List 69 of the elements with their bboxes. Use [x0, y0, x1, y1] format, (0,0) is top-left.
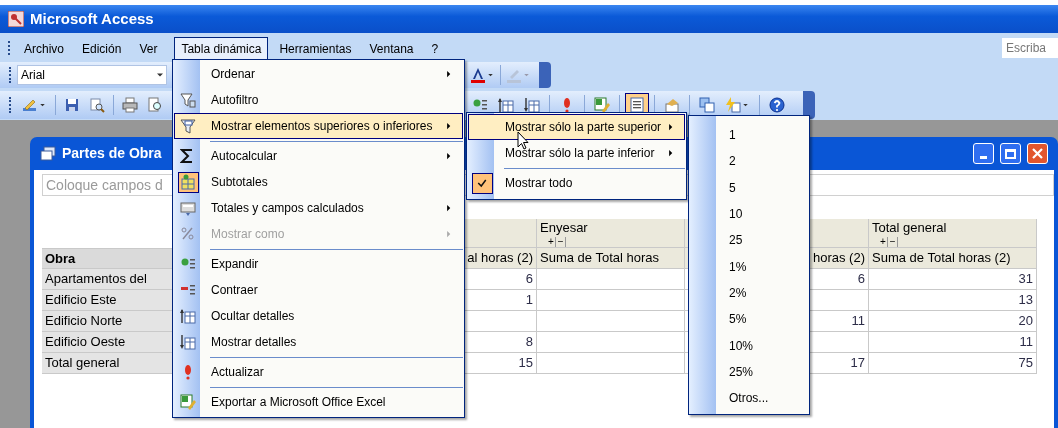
- expand-button[interactable]: +: [547, 236, 556, 247]
- funnel-list-icon: [180, 118, 196, 134]
- table-cell: 11: [869, 332, 1037, 353]
- mouse-pointer-icon: [517, 131, 529, 150]
- font-color-icon: [470, 66, 486, 83]
- menu-item[interactable]: Mostrar elementos superiores o inferiores: [174, 113, 463, 139]
- font-combobox[interactable]: Arial: [17, 64, 167, 85]
- app-title: Microsoft Access: [30, 8, 154, 29]
- expand-icon: [180, 256, 196, 272]
- help-search-field[interactable]: Escriba: [1002, 38, 1058, 58]
- close-icon: [1032, 148, 1043, 159]
- list-icon: [629, 96, 645, 113]
- menu-item[interactable]: Mostrar sólo la parte inferior: [468, 140, 685, 166]
- lightning-icon: [725, 96, 741, 113]
- table-up-arrow-icon: [180, 308, 196, 324]
- page-magnifier-icon: [147, 96, 163, 113]
- table-cell: 31: [869, 269, 1037, 290]
- menu-item[interactable]: Autocalcular: [174, 143, 463, 169]
- stacked-sheets-icon: [699, 96, 715, 113]
- menu-item[interactable]: Otros...: [690, 384, 808, 412]
- menu-item[interactable]: 5: [690, 174, 808, 201]
- tree-grid-icon: [180, 174, 196, 190]
- minimize-button[interactable]: [973, 143, 994, 164]
- menu-item[interactable]: Totales y campos calculados: [174, 195, 463, 221]
- menu-item[interactable]: Subtotales: [174, 169, 463, 195]
- menu-bar-item[interactable]: Edición: [75, 37, 129, 60]
- menu-bar-item[interactable]: Ventana: [362, 37, 421, 60]
- menu-item[interactable]: 1: [690, 122, 808, 149]
- menu-item[interactable]: 10: [690, 200, 808, 228]
- table-down-arrow-icon: [524, 96, 540, 113]
- column-field-header: Enyesar: [537, 219, 685, 236]
- column-header: Suma de Total horas (2): [869, 248, 1037, 269]
- checkmark-icon: [476, 177, 488, 189]
- menu-bar-item[interactable]: Archivo: [17, 37, 71, 60]
- menu-bar-item[interactable]: Ver: [132, 37, 165, 60]
- menu-bar-item[interactable]: ?: [424, 37, 446, 60]
- toolbar-options-handle[interactable]: [539, 61, 551, 88]
- magnifier-icon: [89, 96, 105, 113]
- calculator-icon: [180, 200, 196, 216]
- window-icon: [40, 145, 56, 162]
- spreadsheet-icon: [180, 394, 196, 410]
- spreadsheet-icon: [594, 96, 610, 113]
- window-title: Partes de Obra: [62, 144, 162, 163]
- table-up-arrow-icon: [498, 96, 514, 113]
- menu-item[interactable]: Ordenar: [174, 61, 463, 87]
- help-icon: [769, 96, 785, 113]
- table-down-arrow-icon: [180, 334, 196, 350]
- menu-item[interactable]: Mostrar sólo la parte superior: [468, 114, 685, 140]
- menu-item[interactable]: Mostrar todo: [468, 170, 685, 196]
- menu-bar-item[interactable]: Tabla dinámica: [174, 37, 269, 60]
- funnel-icon: [180, 92, 196, 108]
- column-field-header: Total general: [869, 219, 1037, 236]
- close-button[interactable]: [1027, 143, 1048, 164]
- column-header: Suma de Total horas: [537, 248, 685, 269]
- collapse-icon: [180, 282, 196, 298]
- table-cell: 20: [869, 311, 1037, 332]
- collapse-button[interactable]: −: [556, 236, 566, 247]
- percent-icon: [180, 226, 196, 242]
- table-cell: 75: [869, 353, 1037, 374]
- maximize-button[interactable]: [1000, 143, 1021, 164]
- expand-button[interactable]: +: [879, 236, 888, 247]
- collapse-button[interactable]: −: [888, 236, 898, 247]
- menu-item[interactable]: Exportar a Microsoft Office Excel: [174, 389, 463, 415]
- printer-icon: [122, 96, 138, 113]
- menu-item[interactable]: Autofiltro: [174, 87, 463, 113]
- table-cell: 13: [869, 290, 1037, 311]
- toolbar-options-handle[interactable]: [803, 90, 815, 119]
- menu-item[interactable]: 2: [690, 148, 808, 175]
- menu-bar-item[interactable]: Herramientas: [272, 37, 359, 60]
